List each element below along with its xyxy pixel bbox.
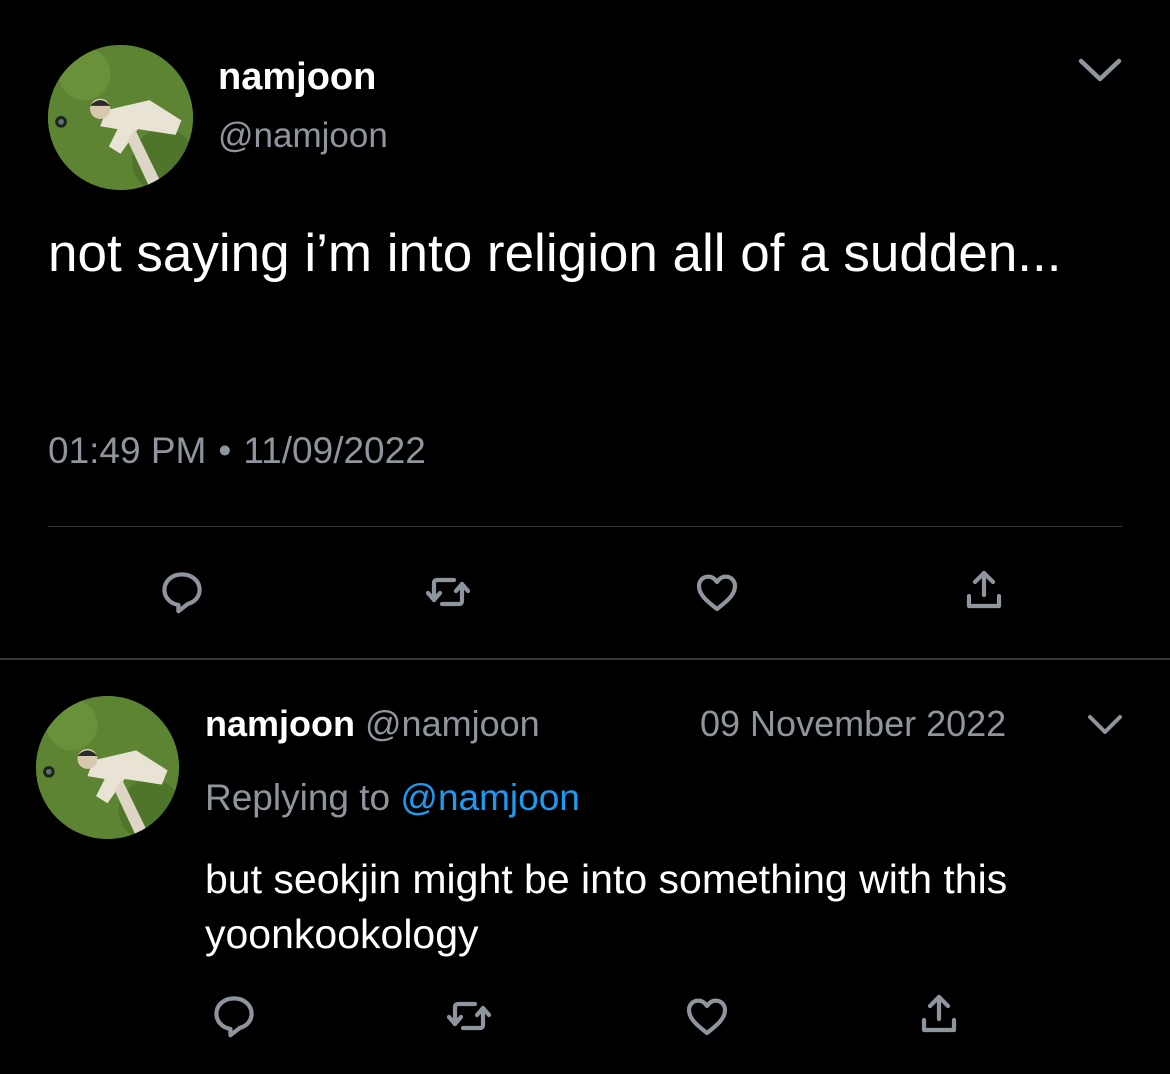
avatar[interactable]: [48, 45, 193, 190]
share-icon[interactable]: [960, 566, 1008, 614]
replying-to: Replying to @namjoon: [205, 777, 580, 819]
tweet-text: not saying i’m into religion all of a su…: [48, 224, 1062, 283]
retweet-icon[interactable]: [445, 992, 493, 1040]
tweet-text: but seokjin might be into something with…: [205, 856, 1008, 957]
user-handle[interactable]: @namjoon: [218, 116, 388, 156]
tweet-date: 11/09/2022: [243, 430, 426, 471]
avatar-photo: [36, 696, 179, 839]
display-name[interactable]: namjoon: [218, 56, 376, 99]
reply-header: namjoon @namjoon: [205, 703, 540, 745]
tweet-separator: [0, 658, 1170, 660]
mention-link[interactable]: @namjoon: [400, 777, 580, 818]
user-handle[interactable]: @namjoon: [365, 703, 540, 744]
meta-separator: •: [218, 430, 232, 471]
tweet-timestamp[interactable]: 01:49 PM • 11/09/2022: [48, 430, 426, 472]
avatar-photo: [48, 45, 193, 190]
like-icon[interactable]: [683, 992, 731, 1040]
reply-icon[interactable]: [210, 992, 258, 1040]
display-name[interactable]: namjoon: [205, 703, 355, 744]
chevron-down-icon[interactable]: [1085, 712, 1125, 738]
replying-to-label: Replying to: [205, 777, 391, 818]
reply-icon[interactable]: [158, 568, 206, 616]
like-icon[interactable]: [693, 568, 741, 616]
retweet-icon[interactable]: [424, 568, 472, 616]
tweet-date[interactable]: 09 November 2022: [700, 703, 1006, 745]
tweet-time: 01:49 PM: [48, 430, 207, 471]
divider: [48, 526, 1122, 527]
share-icon[interactable]: [915, 990, 963, 1038]
avatar[interactable]: [36, 696, 179, 839]
chevron-down-icon[interactable]: [1075, 55, 1125, 85]
